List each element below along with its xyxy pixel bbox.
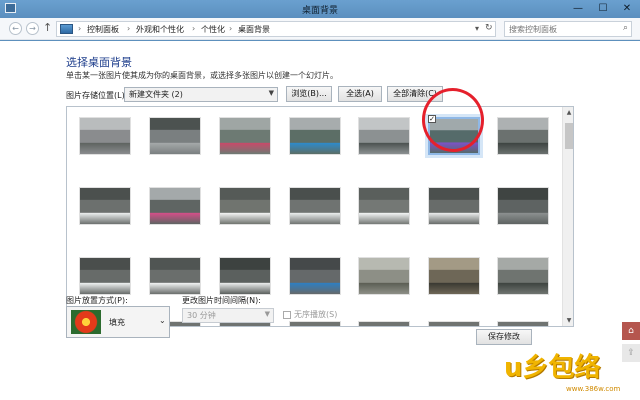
- wallpaper-thumbnail[interactable]: [358, 117, 410, 155]
- window: 桌面背景 — ☐ ✕ ← → ↑ › 控制面板 › 外观和个性化 › 个性化 ›…: [0, 0, 640, 400]
- search-input[interactable]: [505, 22, 615, 36]
- search-box[interactable]: ⌕: [504, 21, 632, 37]
- breadcrumb-appearance[interactable]: 外观和个性化: [136, 24, 184, 35]
- page-title: 选择桌面背景: [66, 56, 132, 69]
- breadcrumb-separator-icon[interactable]: ›: [229, 24, 232, 33]
- wallpaper-thumbnail[interactable]: [428, 257, 480, 295]
- window-title: 桌面背景: [301, 6, 338, 16]
- wallpaper-thumbnail[interactable]: [289, 187, 341, 225]
- browse-button[interactable]: 浏览(B)...: [286, 86, 332, 102]
- wallpaper-thumbnail[interactable]: [497, 187, 549, 225]
- location-value: 新建文件夹 (2): [129, 90, 183, 99]
- gallery-scrollbar[interactable]: ▲ ▼: [562, 107, 573, 326]
- back-arrow-icon[interactable]: ←: [9, 22, 22, 35]
- watermark-url: www.386w.com: [566, 385, 621, 393]
- scrollbar-thumb[interactable]: [565, 123, 573, 149]
- wallpaper-thumbnail[interactable]: [289, 321, 341, 326]
- chevron-down-icon: ▼: [264, 310, 270, 318]
- wallpaper-thumbnail[interactable]: [428, 187, 480, 225]
- address-dropdown-icon[interactable]: ▾: [475, 24, 479, 33]
- site-watermark: u乡包络 www.386w.com: [474, 343, 634, 395]
- fill-preview-icon: [71, 310, 101, 334]
- watermark-logo: u乡包络: [504, 353, 601, 383]
- refresh-icon[interactable]: ↻: [485, 23, 493, 33]
- search-icon[interactable]: ⌕: [623, 23, 628, 33]
- wallpaper-thumbnail[interactable]: [79, 117, 131, 155]
- wallpaper-thumbnail[interactable]: [149, 257, 201, 295]
- wallpaper-thumbnail[interactable]: [289, 117, 341, 155]
- wallpaper-thumbnail[interactable]: [149, 187, 201, 225]
- wallpaper-thumbnail[interactable]: [497, 257, 549, 295]
- wallpaper-thumbnail[interactable]: [79, 187, 131, 225]
- breadcrumb-desktop-background[interactable]: 桌面背景: [238, 24, 270, 35]
- interval-label: 更改图片时间间隔(N):: [182, 296, 261, 305]
- interval-value: 30 分钟: [187, 311, 216, 320]
- wallpaper-thumbnail[interactable]: [358, 321, 410, 326]
- position-select[interactable]: 填充 ⌄: [66, 306, 170, 338]
- forward-arrow-icon[interactable]: →: [26, 22, 39, 35]
- wallpaper-thumbnail[interactable]: [358, 187, 410, 225]
- breadcrumb-separator-icon[interactable]: ›: [192, 24, 195, 33]
- location-select[interactable]: 新建文件夹 (2) ▼: [124, 87, 278, 102]
- wallpaper-thumbnail[interactable]: [497, 117, 549, 155]
- wallpaper-thumbnail[interactable]: [428, 321, 480, 326]
- wallpaper-thumbnail[interactable]: [79, 257, 131, 295]
- navigation-bar: ← → ↑ › 控制面板 › 外观和个性化 › 个性化 › 桌面背景 ▾ ↻ ⌕: [0, 18, 640, 40]
- control-panel-icon: [60, 24, 73, 34]
- breadcrumb-separator-icon[interactable]: ›: [127, 24, 130, 33]
- position-label: 图片放置方式(P):: [66, 296, 128, 305]
- close-button[interactable]: ✕: [614, 0, 640, 18]
- position-value: 填充: [109, 318, 125, 327]
- location-label: 图片存储位置(L):: [66, 91, 128, 100]
- scroll-down-icon[interactable]: ▼: [563, 317, 573, 324]
- home-icon[interactable]: ⌂: [622, 322, 640, 340]
- interval-select[interactable]: 30 分钟 ▼: [182, 308, 274, 323]
- address-bar[interactable]: › 控制面板 › 外观和个性化 › 个性化 › 桌面背景 ▾ ↻: [56, 21, 496, 37]
- wallpaper-thumbnail[interactable]: [219, 117, 271, 155]
- wallpaper-thumbnail[interactable]: [497, 321, 549, 326]
- shuffle-label: 无序播放(S): [294, 310, 338, 319]
- wallpaper-thumbnail[interactable]: [289, 257, 341, 295]
- wallpaper-thumbnail[interactable]: [149, 117, 201, 155]
- breadcrumb-personalization[interactable]: 个性化: [201, 24, 225, 35]
- chevron-down-icon: ▼: [268, 89, 274, 97]
- wallpaper-thumbnail[interactable]: [358, 257, 410, 295]
- select-all-button[interactable]: 全选(A): [338, 86, 382, 102]
- picture-gallery: ▲ ▼ ✓: [66, 106, 574, 327]
- minimize-button[interactable]: —: [566, 0, 590, 18]
- checkbox-icon[interactable]: [283, 310, 291, 319]
- wallpaper-thumbnail[interactable]: [219, 187, 271, 225]
- wallpaper-thumbnail[interactable]: [219, 257, 271, 295]
- shuffle-checkbox[interactable]: 无序播放(S): [283, 309, 337, 320]
- breadcrumb-separator-icon[interactable]: ›: [78, 24, 81, 33]
- title-bar: 桌面背景 — ☐ ✕: [0, 0, 640, 18]
- up-arrow-icon[interactable]: ↑: [43, 21, 52, 34]
- maximize-button[interactable]: ☐: [592, 0, 614, 18]
- share-icon[interactable]: ⇪: [622, 344, 640, 362]
- chevron-down-icon: ⌄: [159, 316, 166, 325]
- breadcrumb-control-panel[interactable]: 控制面板: [87, 24, 119, 35]
- page-description: 单击某一张图片使其成为你的桌面背景，或选择多张图片以创建一个幻灯片。: [66, 71, 338, 80]
- scroll-up-icon[interactable]: ▲: [563, 109, 573, 116]
